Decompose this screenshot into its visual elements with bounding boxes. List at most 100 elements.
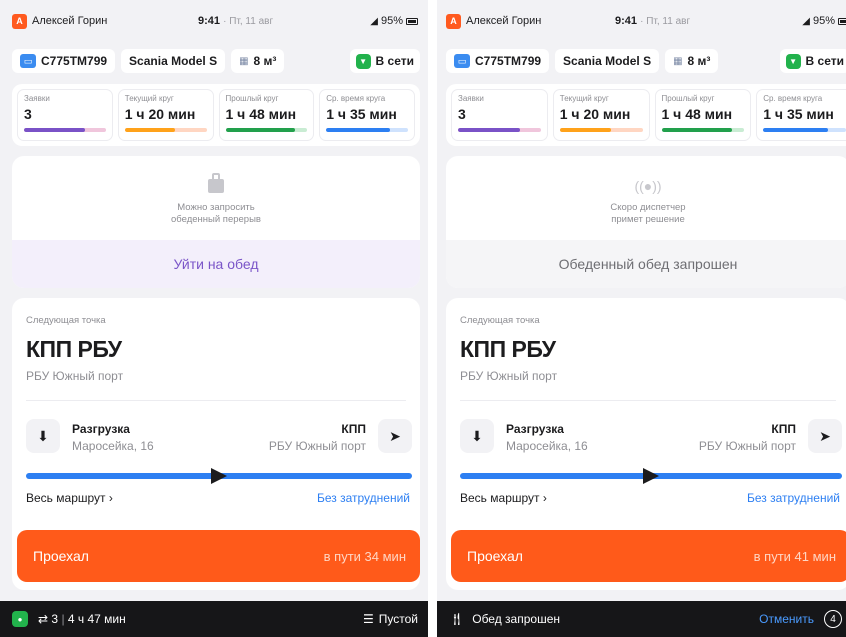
lunch-request-label: Обед запрошен xyxy=(472,612,561,626)
stats-panel: Заявки 3 Текущий круг 1 ч 20 мин Прошлый… xyxy=(446,84,846,146)
stat-avg-round[interactable]: Ср. время круга 1 ч 35 мин xyxy=(756,89,846,141)
traffic-status[interactable]: Без затруднений xyxy=(317,491,410,505)
avatar[interactable]: А xyxy=(446,13,461,29)
stat-label: Заявки xyxy=(24,94,50,103)
lunch-request-status: 🍴︎ Обед запрошен xyxy=(449,612,560,626)
menu-lines-icon: ☰ xyxy=(363,612,374,626)
stat-avg-round[interactable]: Ср. время круга 1 ч 35 мин xyxy=(319,89,415,141)
stat-value: 1 ч 20 мин xyxy=(559,106,631,122)
all-route-link[interactable]: Весь маршрут › xyxy=(460,491,547,505)
stat-value: 1 ч 20 мин xyxy=(124,106,196,122)
to-address: РБУ Южный порт xyxy=(698,439,796,453)
passed-button[interactable]: Проехал в пути 34 мин xyxy=(17,530,420,582)
rounds-count: 3 xyxy=(51,612,59,626)
traffic-status[interactable]: Без затруднений xyxy=(747,491,840,505)
to-title: КПП xyxy=(341,422,366,436)
stat-last-round[interactable]: Прошлый круг 1 ч 48 мин xyxy=(218,89,315,141)
route-progress-marker xyxy=(211,468,227,484)
lunch-card: Можно запросить обеденный перерыв Уйти н… xyxy=(12,156,420,288)
separator: | xyxy=(61,612,65,626)
lunch-bag-icon xyxy=(12,172,420,200)
arrow-down-icon: ⬇ xyxy=(37,427,49,444)
route-card: Следующая точка КПП РБУ РБУ Южный порт ⬇… xyxy=(446,298,846,590)
divider xyxy=(26,400,406,401)
stat-requests[interactable]: Заявки 3 xyxy=(451,89,548,141)
mixer-icon: ▦ xyxy=(673,55,683,67)
status-bar: А Алексей Горин 9:41 · Пт, 11 авг ◢ 95% xyxy=(0,11,428,31)
eta-label: в пути 41 мин xyxy=(753,548,836,564)
vehicle-row: ▭ С775ТМ799 Scania Model S ▦ 8 м³ ▼ В се… xyxy=(12,48,420,74)
next-point-subtitle: РБУ Южный порт xyxy=(460,369,558,383)
stat-bar-fill xyxy=(24,128,86,132)
stat-bar-fill xyxy=(225,128,295,132)
navigation-arrow-icon: ➤ xyxy=(389,427,401,444)
plate-chip[interactable]: ▭ С775ТМ799 xyxy=(12,49,116,73)
model-chip[interactable]: Scania Model S xyxy=(121,49,226,73)
next-point-label: Следующая точка xyxy=(460,315,540,326)
volume-chip[interactable]: ▦ 8 м³ xyxy=(231,49,285,73)
online-status[interactable]: ▼ В сети xyxy=(779,49,846,73)
plate-number: С775ТМ799 xyxy=(41,54,108,68)
cancel-lunch-button[interactable]: Отменить xyxy=(759,612,814,626)
broadcast-icon: ((●)) xyxy=(634,178,662,194)
navigation-arrow-icon: ➤ xyxy=(819,427,831,444)
volume-value: 8 м³ xyxy=(687,54,711,68)
volume-value: 8 м³ xyxy=(253,54,277,68)
divider xyxy=(460,400,836,401)
stat-bar-fill xyxy=(559,128,612,132)
from-title: Разгрузка xyxy=(72,422,130,436)
signal-battery: ◢ 95% xyxy=(370,15,418,27)
stat-current-round[interactable]: Текущий круг 1 ч 20 мин xyxy=(117,89,214,141)
next-point-title: КПП РБУ xyxy=(26,336,122,362)
navigate-button[interactable]: ➤ xyxy=(378,419,412,453)
plate-chip[interactable]: ▭ С775ТМ799 xyxy=(446,49,550,73)
battery-percent: 95% xyxy=(380,15,403,27)
battery-icon xyxy=(838,17,846,25)
stat-value: 3 xyxy=(458,106,466,122)
unload-button[interactable]: ⬇ xyxy=(460,419,494,453)
car-icon: ▭ xyxy=(454,54,470,68)
stat-value: 1 ч 48 мин xyxy=(661,106,733,122)
to-address: РБУ Южный порт xyxy=(268,439,366,453)
status-time: 9:41 · Пт, 11 авг xyxy=(615,15,691,27)
stat-label: Заявки xyxy=(458,94,484,103)
driver-screen-lunch-requested: А Алексей Горин 9:41 · Пт, 11 авг ◢ 95% … xyxy=(437,0,846,637)
stat-current-round[interactable]: Текущий круг 1 ч 20 мин xyxy=(552,89,650,141)
stat-bar xyxy=(458,128,541,132)
unload-button[interactable]: ⬇ xyxy=(26,419,60,453)
stat-bar-fill xyxy=(763,128,828,132)
lunch-message-line: примет решение xyxy=(611,214,685,225)
avatar[interactable]: А xyxy=(12,13,27,29)
go-to-lunch-button[interactable]: Уйти на обед xyxy=(12,240,420,288)
bottom-bar: 🍴︎ Обед запрошен Отменить 4 xyxy=(437,601,846,637)
stat-requests[interactable]: Заявки 3 xyxy=(17,89,113,141)
car-icon: ▭ xyxy=(20,54,36,68)
stat-bar xyxy=(225,128,308,132)
navigate-button[interactable]: ➤ xyxy=(808,419,842,453)
load-status[interactable]: ☰ Пустой xyxy=(363,612,418,626)
stat-value: 1 ч 35 мин xyxy=(763,106,834,122)
rounds-icon: ⇄ xyxy=(38,612,49,626)
route-progress xyxy=(460,468,842,484)
mixer-icon: ▦ xyxy=(239,55,249,67)
all-route-link[interactable]: Весь маршрут › xyxy=(26,491,113,505)
passed-label: Проехал xyxy=(467,548,523,564)
stat-last-round[interactable]: Прошлый круг 1 ч 48 мин xyxy=(654,89,752,141)
to-title: КПП xyxy=(771,422,796,436)
model-chip[interactable]: Scania Model S xyxy=(555,49,660,73)
lunch-message-line: Можно запросить xyxy=(177,202,255,213)
passed-button[interactable]: Проехал в пути 41 мин xyxy=(451,530,846,582)
passed-label: Проехал xyxy=(33,548,89,564)
online-label: В сети xyxy=(805,54,844,68)
volume-chip[interactable]: ▦ 8 м³ xyxy=(665,49,719,73)
load-status-label: Пустой xyxy=(378,612,418,626)
vehicle-model: Scania Model S xyxy=(563,54,652,68)
stat-value: 1 ч 35 мин xyxy=(326,106,397,122)
countdown-badge: 4 xyxy=(824,610,842,628)
online-status[interactable]: ▼ В сети xyxy=(349,49,420,73)
status-badge-icon[interactable]: ● xyxy=(12,611,28,627)
online-label: В сети xyxy=(375,54,414,68)
user-name: Алексей Горин xyxy=(32,15,108,27)
user-name: Алексей Горин xyxy=(466,15,542,27)
total-duration: 4 ч 47 мин xyxy=(67,612,126,626)
